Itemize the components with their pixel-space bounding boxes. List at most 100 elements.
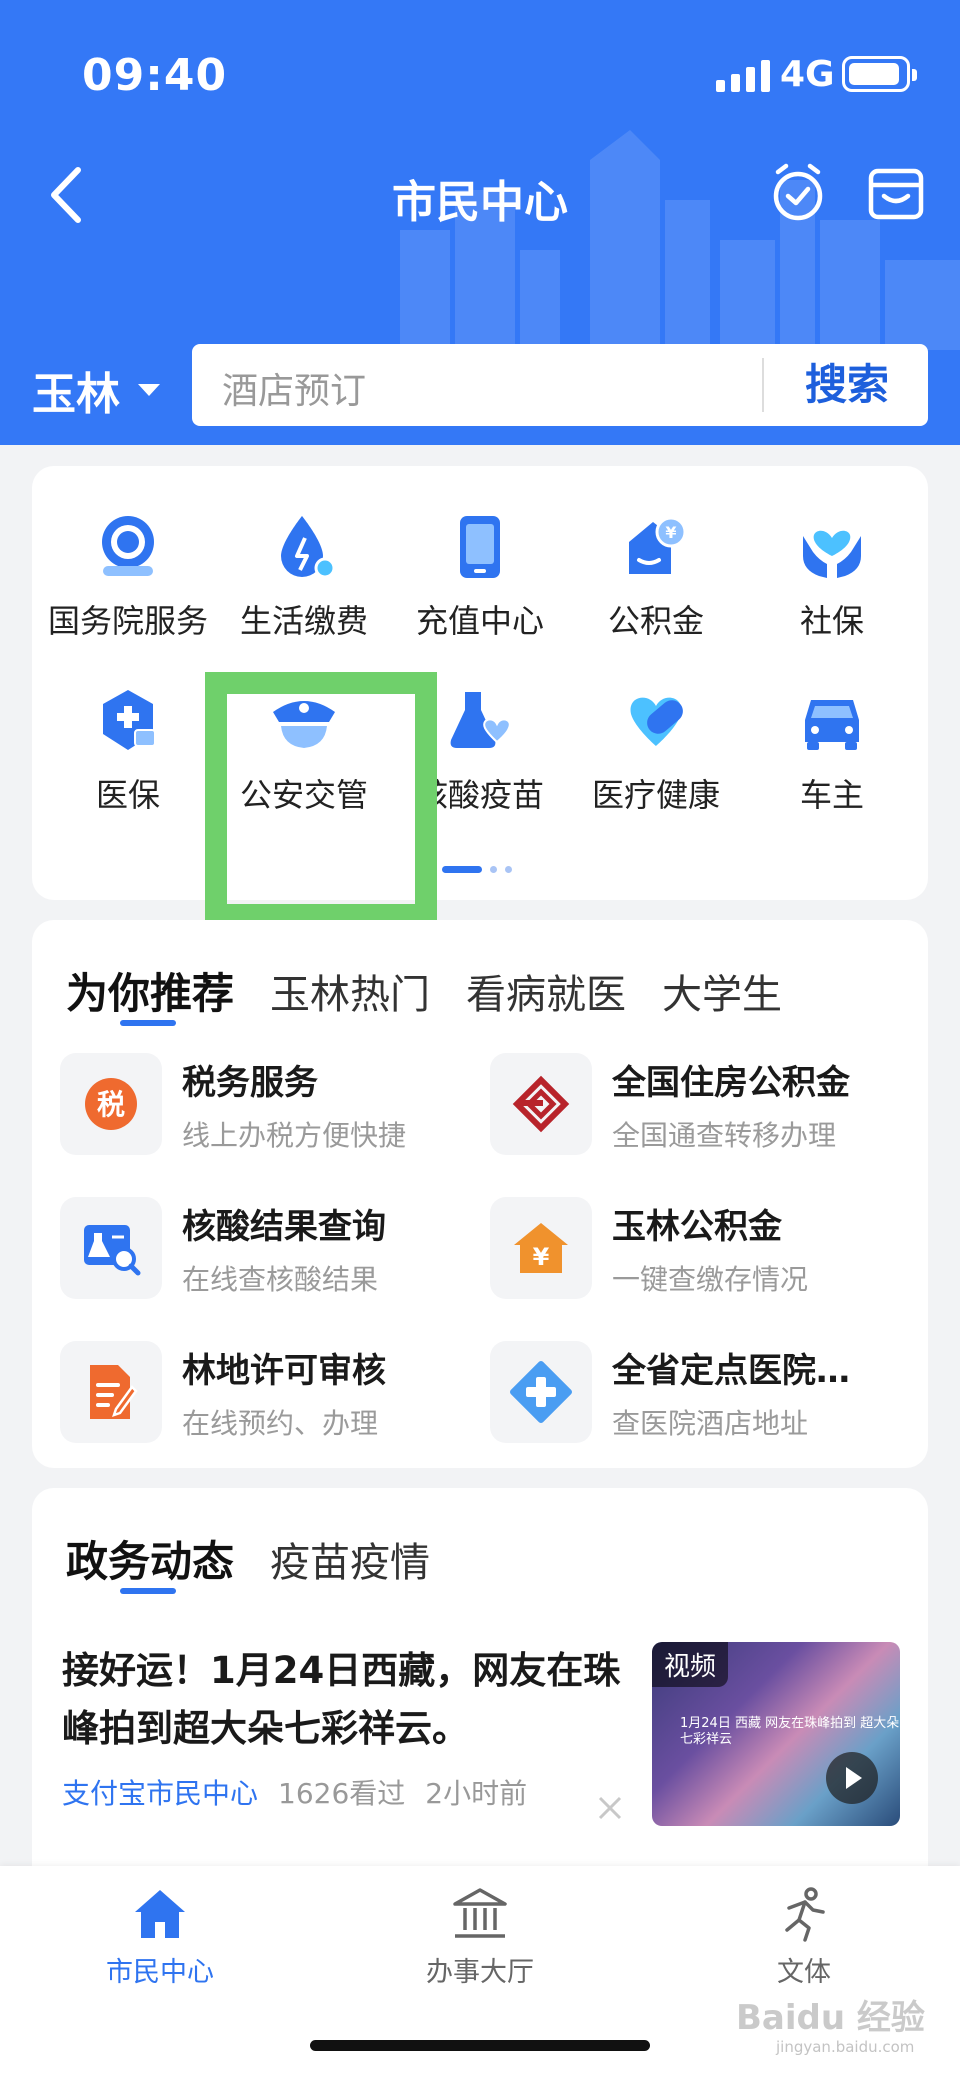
svg-text:¥: ¥: [665, 523, 676, 542]
rec-icon-box: [490, 1341, 592, 1443]
news-tabs: 政务动态 疫苗疫情: [66, 1528, 430, 1589]
nav-culture-sports[interactable]: 文体: [684, 1886, 924, 1989]
service-car-owner[interactable]: 车主: [744, 686, 920, 816]
search-input[interactable]: 酒店预订: [222, 362, 366, 414]
rec-title: 核酸结果查询: [182, 1206, 386, 1247]
service-housing-fund[interactable]: ¥ 公积金: [568, 512, 744, 642]
health-pill-icon: [630, 697, 683, 746]
rec-forest-permit[interactable]: 林地许可审核 在线预约、办理: [60, 1340, 490, 1444]
nav-label: 市民中心: [106, 1957, 214, 1988]
rec-subtitle: 线上办税方便快捷: [182, 1118, 407, 1152]
rec-tax-service[interactable]: 税 税务服务 线上办税方便快捷: [60, 1052, 490, 1156]
building-icon: [453, 1888, 507, 1938]
watermark-logo: Baidu 经验: [736, 1998, 925, 2038]
page-indicator: [442, 866, 512, 873]
tab-college[interactable]: 大学生: [662, 962, 782, 1020]
service-label: 充值中心: [415, 602, 544, 640]
search-bar[interactable]: 酒店预订 搜索: [192, 344, 928, 426]
tab-medical[interactable]: 看病就医: [466, 962, 626, 1020]
flask-heart-icon: [450, 692, 511, 748]
service-social-security[interactable]: 社保: [744, 512, 920, 642]
caret-down-icon: [138, 384, 160, 396]
nav-citizen-center[interactable]: 市民中心: [40, 1886, 280, 1989]
rec-icon-box: [490, 1053, 592, 1155]
house-yuan-icon: ¥: [514, 1223, 568, 1273]
page-dot: [490, 866, 497, 873]
tax-glyph: 税: [97, 1088, 125, 1121]
rec-icon-box: [60, 1341, 162, 1443]
city-selector[interactable]: 玉林: [32, 358, 160, 422]
rec-nucleic-result[interactable]: 核酸结果查询 在线查核酸结果: [60, 1196, 490, 1300]
rec-icon-box: 税: [60, 1053, 162, 1155]
play-icon[interactable]: [826, 1752, 878, 1804]
news-source[interactable]: 支付宝市民中心: [62, 1772, 258, 1812]
service-state-council[interactable]: 国务院服务: [40, 512, 216, 642]
news-meta: 支付宝市民中心 1626看过 2小时前: [62, 1772, 527, 1812]
recommend-grid: 税 税务服务 线上办税方便快捷 全国住房公积金 全国通查转移办理 核酸结果查询 …: [60, 1052, 920, 1444]
search-divider: [762, 358, 764, 412]
housing-fund-icon: ¥: [629, 516, 687, 574]
utility-payment-icon: [281, 516, 336, 579]
service-health[interactable]: 医疗健康: [568, 686, 744, 816]
news-tab-indicator: [120, 1588, 176, 1594]
home-icon: [135, 1890, 185, 1938]
search-button[interactable]: 搜索: [766, 344, 928, 426]
tab-gov-news[interactable]: 政务动态: [66, 1528, 234, 1589]
status-time: 09:40: [82, 50, 228, 101]
recommend-tabs: 为你推荐 玉林热门 看病就医 大学生: [66, 960, 782, 1021]
news-video-thumbnail[interactable]: 视频 1月24日 西藏 网友在珠峰拍到 超大朵七彩祥云: [652, 1642, 900, 1826]
rec-national-housing-fund[interactable]: 全国住房公积金 全国通查转移办理: [490, 1052, 920, 1156]
battery-icon: [842, 56, 917, 92]
service-label: 车主: [799, 776, 864, 814]
service-label: 公积金: [607, 602, 704, 640]
page-dot: [505, 866, 512, 873]
rec-icon-box: ¥: [490, 1197, 592, 1299]
tab-vaccine[interactable]: 疫苗疫情: [270, 1530, 430, 1588]
card-wallet-icon[interactable]: [868, 168, 924, 220]
news-headline[interactable]: 接好运！1月24日西藏，网友在珠峰拍到超大朵七彩祥云。: [62, 1642, 622, 1758]
service-phone-recharge[interactable]: 充值中心: [392, 512, 568, 642]
service-medical-insurance[interactable]: 医保: [40, 686, 216, 816]
social-security-icon: [803, 530, 861, 578]
tab-for-you[interactable]: 为你推荐: [66, 960, 234, 1021]
dismiss-icon[interactable]: [596, 1794, 624, 1822]
signal-icon: [716, 58, 770, 92]
service-label: 社保: [799, 602, 864, 640]
recommend-card: 为你推荐 玉林热门 看病就医 大学生 税 税务服务 线上办税方便快捷 全国住房公…: [32, 920, 928, 1468]
network-type: 4G: [780, 54, 835, 95]
rec-subtitle: 全国通查转移办理: [612, 1118, 837, 1152]
rec-title: 全省定点医院…: [612, 1350, 850, 1391]
rec-subtitle: 一键查缴存情况: [612, 1262, 809, 1296]
services-card: 国务院服务 生活缴费 充值中心 ¥ 公积金 社保 医保 公安交管 核酸疫苗 医疗…: [32, 466, 928, 900]
rec-title: 林地许可审核: [182, 1350, 386, 1391]
rec-subtitle: 查医院酒店地址: [612, 1406, 809, 1440]
car-icon: [805, 700, 859, 750]
rec-designated-hospitals[interactable]: 全省定点医院… 查医院酒店地址: [490, 1340, 920, 1444]
service-utility-payment[interactable]: 生活缴费: [216, 512, 392, 642]
test-result-search-icon: [84, 1225, 141, 1276]
page-dot-active: [442, 866, 482, 873]
watermark-url: jingyan.baidu.com: [776, 2038, 915, 2056]
medical-cross-icon: [510, 1361, 572, 1423]
rec-yulin-housing-fund[interactable]: ¥ 玉林公积金 一键查缴存情况: [490, 1196, 920, 1300]
header-bar: 09:40 4G 市民中心 玉林 酒店预订 搜索: [0, 0, 960, 445]
nav-service-hall[interactable]: 办事大厅: [360, 1886, 600, 1989]
alarm-clock-icon[interactable]: [770, 162, 826, 224]
tab-yulin-hot[interactable]: 玉林热门: [270, 962, 430, 1020]
runner-icon: [785, 1887, 825, 1942]
rec-title: 玉林公积金: [612, 1206, 782, 1247]
status-bar: 09:40 4G: [0, 0, 960, 150]
video-caption: 1月24日 西藏 网友在珠峰拍到 超大朵七彩祥云: [680, 1716, 900, 1747]
nav-label: 文体: [777, 1957, 831, 1988]
nav-label: 办事大厅: [426, 1957, 534, 1988]
service-label: 医疗健康: [591, 776, 720, 814]
video-tag: 视频: [652, 1642, 729, 1687]
yuan-glyph: ¥: [533, 1243, 550, 1271]
news-views: 1626看过: [278, 1777, 406, 1810]
city-name: 玉林: [32, 369, 120, 420]
service-label: 国务院服务: [47, 602, 208, 640]
rec-title: 全国住房公积金: [612, 1062, 850, 1103]
city-skyline-illustration: [400, 130, 960, 350]
news-time: 2小时前: [425, 1777, 528, 1810]
rec-icon-box: [60, 1197, 162, 1299]
